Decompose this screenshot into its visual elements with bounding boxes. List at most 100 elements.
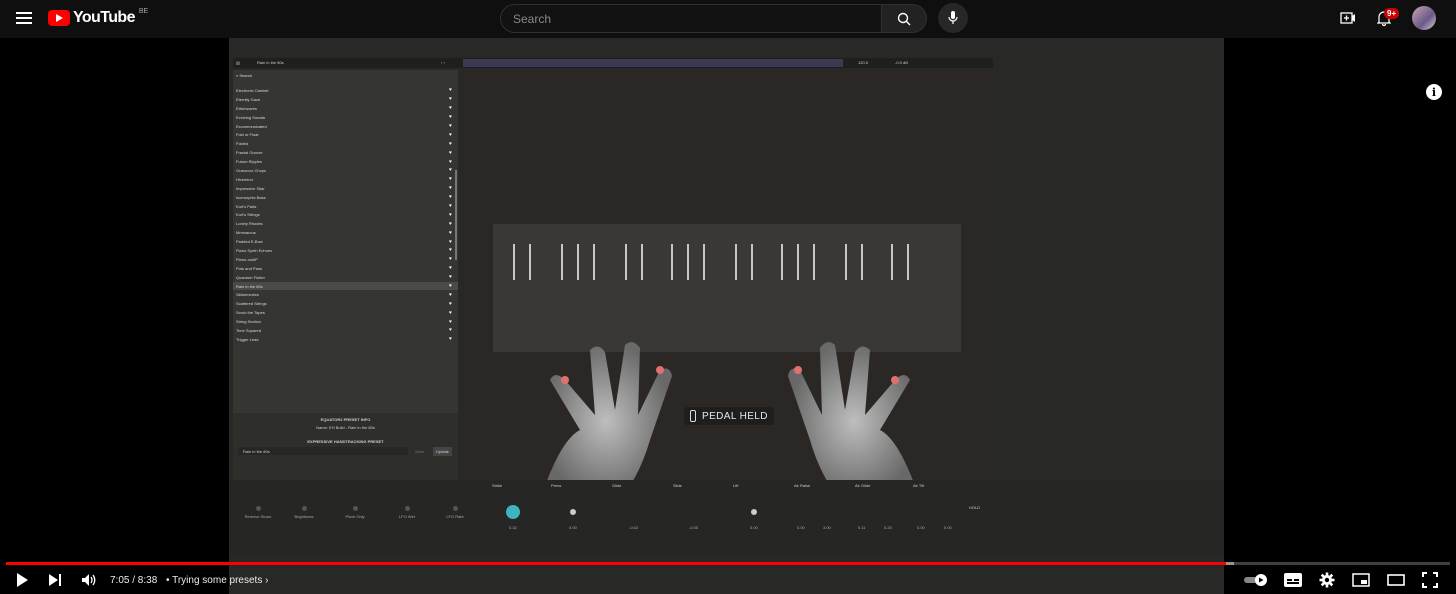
preset-list-item[interactable]: Scrub the Tapes ♥ xyxy=(233,308,458,317)
heart-icon[interactable]: ♥ xyxy=(449,310,452,316)
preset-list-item[interactable]: Impressive Sitar ♥ xyxy=(233,184,458,193)
update-button[interactable]: Update xyxy=(433,447,452,456)
preset-list-item[interactable]: Future Ripples ♥ xyxy=(233,157,458,166)
param-press: Press xyxy=(551,483,562,488)
gear-icon xyxy=(1319,572,1335,588)
preset-list-item[interactable]: Fractal Groove ♥ xyxy=(233,148,458,157)
preset-list-item[interactable]: Scattered Strings ♥ xyxy=(233,299,458,308)
preset-list-item[interactable]: Mmmarcus ♥ xyxy=(233,228,458,237)
preset-list-item[interactable]: Granuvox Chops ♥ xyxy=(233,166,458,175)
tempo-display: 120.0 xyxy=(858,60,869,65)
subtitles-button[interactable] xyxy=(1283,570,1303,590)
preset-list-item[interactable]: Skitarmonics ♥ xyxy=(233,290,458,299)
heart-icon[interactable]: ♥ xyxy=(449,283,452,289)
create-video-icon xyxy=(1340,12,1355,24)
heart-icon[interactable]: ♥ xyxy=(449,265,452,271)
heart-icon[interactable]: ♥ xyxy=(449,292,452,298)
preset-list-item[interactable]: Evolving Sonata ♥ xyxy=(233,113,458,122)
key-stroke xyxy=(671,244,673,280)
preset-list-item[interactable]: Folded ♥ xyxy=(233,139,458,148)
track-bar xyxy=(463,59,843,67)
settings-button[interactable] xyxy=(1317,570,1337,590)
key-stroke xyxy=(529,244,531,280)
preset-list-item[interactable]: Eternity Gaze ♥ xyxy=(233,95,458,104)
param-lift: Lift xyxy=(733,483,739,488)
play-button[interactable] xyxy=(12,570,32,590)
heart-icon[interactable]: ♥ xyxy=(449,176,452,182)
preset-label: Kurt's Strings xyxy=(236,212,260,218)
preset-list-item[interactable]: Padded E-Bow ♥ xyxy=(233,237,458,246)
heart-icon[interactable]: ♥ xyxy=(449,203,452,209)
preset-list-item[interactable]: Trigger Lead ♥ xyxy=(233,335,458,344)
autoplay-toggle[interactable] xyxy=(1244,570,1270,590)
preset-list-item[interactable]: Rain in the 80s ♥ xyxy=(233,281,458,291)
avatar[interactable] xyxy=(1412,6,1436,30)
fullscreen-button[interactable] xyxy=(1420,570,1440,590)
theater-mode-button[interactable] xyxy=(1386,570,1406,590)
nav-arrows-icon[interactable]: ‹ › xyxy=(441,60,445,65)
preset-list-item[interactable]: Etherwaves ♥ xyxy=(233,104,458,113)
heart-icon[interactable]: ♥ xyxy=(449,159,452,165)
preset-list-item[interactable]: Isomorphic Bass ♥ xyxy=(233,193,458,202)
preset-list-item[interactable]: Excommunicated ♥ xyxy=(233,122,458,131)
key-stroke xyxy=(861,244,863,280)
preset-info-name: Name: EH Build - Rain in the 80s xyxy=(316,425,375,430)
heart-icon[interactable]: ♥ xyxy=(449,185,452,191)
preset-list-item[interactable]: String Section ♥ xyxy=(233,317,458,326)
next-button[interactable] xyxy=(45,570,65,590)
heart-icon[interactable]: ♥ xyxy=(449,274,452,280)
heart-icon[interactable]: ♥ xyxy=(449,301,452,307)
preset-list-item[interactable]: Electronic Clarinet ♥ xyxy=(233,86,458,95)
heart-icon[interactable]: ♥ xyxy=(449,132,452,138)
control-pluck-only[interactable]: Pluck Only xyxy=(335,506,375,519)
control-lfo-rate[interactable]: LFO Rate xyxy=(435,506,475,519)
info-icon[interactable]: i xyxy=(1426,84,1442,100)
youtube-logo[interactable]: YouTube BE xyxy=(48,8,148,27)
chapter-title[interactable]: • Trying some presets › xyxy=(166,575,268,586)
handtracking-select[interactable]: Rain in the 80s xyxy=(238,447,408,455)
search-input[interactable] xyxy=(500,4,882,33)
preset-list-item[interactable]: Kurt's Strings ♥ xyxy=(233,210,458,219)
search-button[interactable] xyxy=(882,4,927,33)
preset-list-item[interactable]: Time Squared ♥ xyxy=(233,326,458,335)
heart-icon[interactable]: ♥ xyxy=(449,194,452,200)
control-remove-strum[interactable]: Remove Strum xyxy=(238,506,278,519)
heart-icon[interactable]: ♥ xyxy=(449,221,452,227)
heart-icon[interactable]: ♥ xyxy=(449,327,452,333)
heart-icon[interactable]: ♥ xyxy=(449,167,452,173)
heart-icon[interactable]: ♥ xyxy=(449,212,452,218)
create-button[interactable] xyxy=(1336,6,1360,30)
preset-list-item[interactable]: Fold or Float ♥ xyxy=(233,130,458,139)
youtube-play-icon xyxy=(48,10,70,26)
preset-list-item[interactable]: Lonely Rhodes ♥ xyxy=(233,219,458,228)
save-button[interactable]: Save xyxy=(415,449,424,454)
preset-list-item[interactable]: Hivemind ♥ xyxy=(233,175,458,184)
microphone-icon xyxy=(948,11,958,24)
preset-list-item[interactable]: Piano Synth Echoes ♥ xyxy=(233,246,458,255)
heart-icon[interactable]: ♥ xyxy=(449,256,452,262)
heart-icon[interactable]: ♥ xyxy=(449,239,452,245)
control-lfo-wet[interactable]: LFO Wet xyxy=(387,506,427,519)
heart-icon[interactable]: ♥ xyxy=(449,141,452,147)
heart-icon[interactable]: ♥ xyxy=(449,96,452,102)
preset-list-item[interactable]: Piano-ondiP ♥ xyxy=(233,255,458,264)
preset-list-item[interactable]: Quantum Flutter ♥ xyxy=(233,273,458,282)
preset-list-item[interactable]: Pots and Pans ♥ xyxy=(233,264,458,273)
preset-label: Eternity Gaze xyxy=(236,96,261,102)
preset-search[interactable]: ⌕ Search xyxy=(236,73,252,78)
heart-icon[interactable]: ♥ xyxy=(449,105,452,111)
heart-icon[interactable]: ♥ xyxy=(449,247,452,253)
heart-icon[interactable]: ♥ xyxy=(449,150,452,156)
heart-icon[interactable]: ♥ xyxy=(449,114,452,120)
voice-search-button[interactable] xyxy=(938,3,968,33)
heart-icon[interactable]: ♥ xyxy=(449,123,452,129)
heart-icon[interactable]: ♥ xyxy=(449,87,452,93)
menu-icon[interactable] xyxy=(8,2,40,34)
heart-icon[interactable]: ♥ xyxy=(449,319,452,325)
heart-icon[interactable]: ♥ xyxy=(449,230,452,236)
control-brightness[interactable]: Brightness xyxy=(284,506,324,519)
mute-button[interactable] xyxy=(79,570,99,590)
preset-list-item[interactable]: Kurt's Pads ♥ xyxy=(233,202,458,211)
miniplayer-button[interactable] xyxy=(1351,570,1371,590)
heart-icon[interactable]: ♥ xyxy=(449,336,452,342)
